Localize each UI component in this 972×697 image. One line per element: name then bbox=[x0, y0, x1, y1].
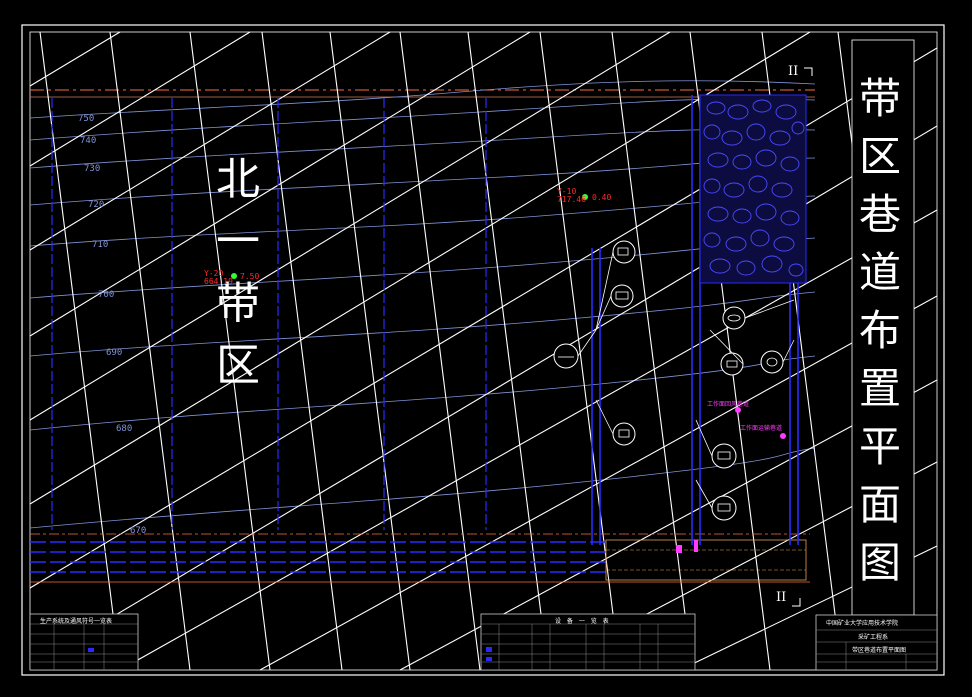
section-mark-top: II bbox=[788, 64, 799, 79]
contour-label: 740 bbox=[80, 136, 97, 146]
title-char: 区 bbox=[858, 132, 901, 181]
title-char: 置 bbox=[858, 364, 901, 413]
title-char: 平 bbox=[858, 422, 901, 471]
borehole-elev: 664.19 bbox=[204, 277, 233, 286]
region-label-char: 北 bbox=[216, 154, 260, 205]
contour-label: 730 bbox=[84, 164, 101, 174]
borehole-value: 0.40 bbox=[592, 193, 612, 202]
contour-label: 700 bbox=[98, 290, 115, 300]
contour-label: 690 bbox=[106, 348, 123, 358]
callout-leaders bbox=[577, 251, 795, 509]
title-char: 带 bbox=[858, 74, 901, 123]
borehole-label: Y-20 664.19 bbox=[204, 270, 233, 286]
annotation-haulage-roadway: 工作面运输巷道 bbox=[740, 425, 783, 432]
region-label-char: 带 bbox=[216, 278, 260, 329]
section-mark-bottom: II bbox=[776, 590, 787, 605]
section-mark-bottom-tick bbox=[792, 598, 801, 607]
contour-label: 750 bbox=[78, 114, 95, 124]
section-mark-top-tick bbox=[804, 67, 813, 76]
title-char: 面 bbox=[858, 480, 901, 529]
contour-label: 720 bbox=[88, 200, 105, 210]
title-char: 布 bbox=[858, 306, 901, 355]
annotation-return-roadway: 工作面回风巷道 bbox=[707, 401, 750, 408]
mine-plan-drawing bbox=[21, 24, 945, 676]
borehole-value: 7.50 bbox=[240, 272, 260, 281]
contour-label: 670 bbox=[130, 526, 147, 536]
contour-label: 710 bbox=[92, 240, 109, 250]
legend-table-title: 生产系统及通风符号一览表 bbox=[40, 618, 113, 625]
region-label-char: 区 bbox=[216, 340, 260, 391]
contour-label: 680 bbox=[116, 424, 133, 434]
contour-lines bbox=[29, 80, 816, 529]
title-char: 图 bbox=[858, 538, 901, 587]
title-char: 巷 bbox=[858, 190, 901, 239]
goaf-area bbox=[699, 94, 807, 284]
drawing-title: 带 区 巷 道 布 置 平 面 图 bbox=[850, 78, 910, 600]
titleblock-org: 中国矿业大学应用技术学院 bbox=[826, 620, 899, 627]
title-char: 道 bbox=[858, 248, 901, 297]
borehole-elev: 717.46 bbox=[557, 195, 586, 204]
borehole-label: Y-10 717.46 bbox=[557, 188, 586, 204]
equipment-table-title: 设 备 一 览 表 bbox=[555, 618, 611, 625]
titleblock-drawing: 带区巷道布置平面图 bbox=[852, 647, 907, 654]
titleblock-project: 采矿工程系 bbox=[858, 634, 889, 641]
